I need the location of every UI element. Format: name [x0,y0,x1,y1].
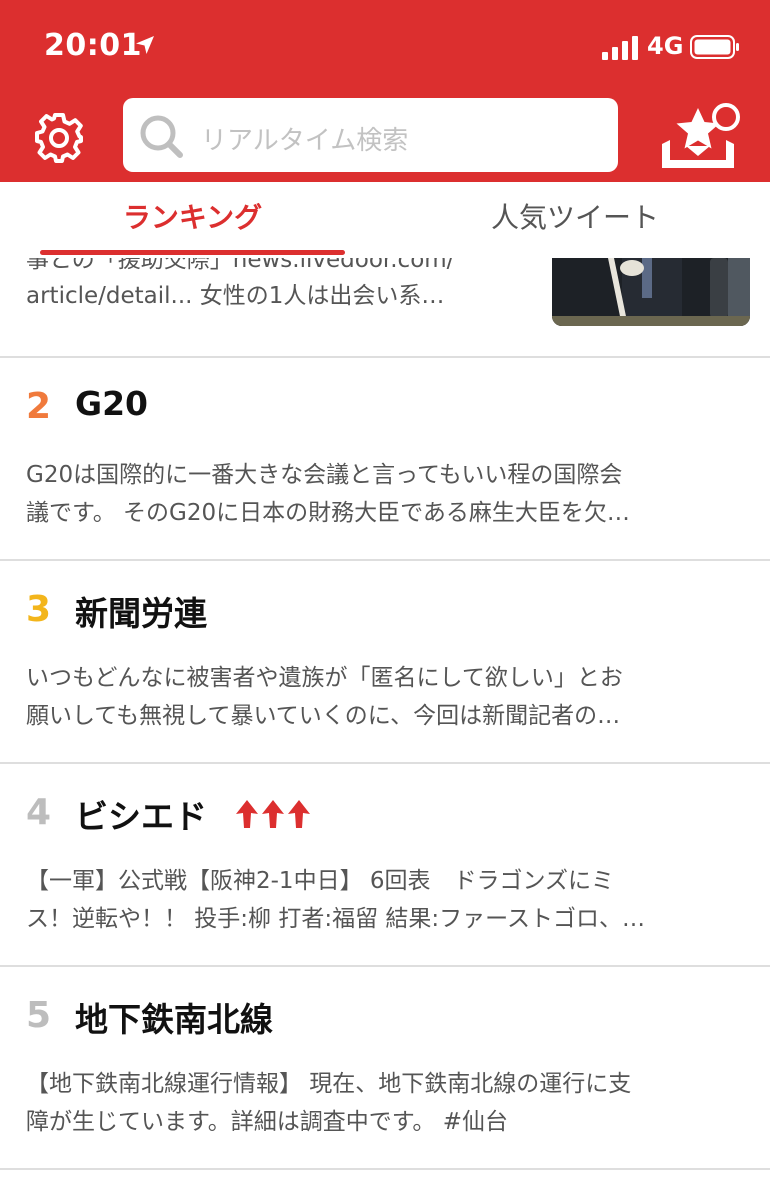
item-snippet: 【地下鉄南北線運行情報】 現在、地下鉄南北線の運行に支 障が生じています。詳細は… [26,1071,632,1135]
item-title: 新聞労連 [75,594,207,633]
ranking-item-2[interactable]: 2 G20 G20は国際的に一番大きな会議と言ってもいい程の国際会 議です。 そ… [0,358,770,561]
item-snippet: 【一軍】公式戦【阪神2-1中日】 6回表 ドラゴンズにミ ス！逆転や！！ 投手:… [26,868,646,932]
rank-number: 3 [26,589,52,630]
news-thumbnail [552,258,750,326]
battery-icon [690,35,739,59]
item-snippet: いつもどんなに被害者や遺族が「匿名にして欲しい」とお 願いしても無視して暴いてい… [26,665,623,729]
thumbnail-image [552,258,750,326]
rank-number: 2 [26,386,52,427]
item-snippet: G20は国際的に一番大きな会議と言ってもいい程の国際会 議です。 そのG20に日… [26,462,630,526]
network-type: 4G [647,32,684,60]
item-title: 地下鉄南北線 [75,1000,273,1039]
rank-number: 4 [26,792,52,833]
item-snippet: 事との「援助交際」news.livedoor.com/ article/deta… [26,258,455,309]
settings-gear-icon[interactable] [33,111,85,163]
ranking-item-4[interactable]: 4 ビシエド 【一軍】公式戦【阪神2-1中日】 6回表 ドラゴンズにミ ス！逆転… [0,764,770,967]
app-header: 20:01 4G リアルタイム検索 [0,0,770,182]
search-input[interactable]: リアルタイム検索 [123,98,618,172]
ranking-item-5[interactable]: 5 地下鉄南北線 【地下鉄南北線運行情報】 現在、地下鉄南北線の運行に支 障が生… [0,967,770,1170]
status-bar: 20:01 4G [0,0,770,90]
status-time: 20:01 [44,28,142,63]
active-tab-indicator [40,250,345,255]
rank-number: 5 [26,995,52,1036]
ranking-item-3[interactable]: 3 新聞労連 いつもどんなに被害者や遺族が「匿名にして欲しい」とお 願いしても無… [0,561,770,764]
rising-trend-arrows-icon [236,800,310,828]
signal-strength-icon [602,36,638,60]
ranking-item-1[interactable]: 事との「援助交際」news.livedoor.com/ article/deta… [0,258,770,358]
location-arrow-icon [136,36,154,54]
ranking-list: 事との「援助交際」news.livedoor.com/ article/deta… [0,258,770,1200]
favorites-star-icon[interactable] [656,100,742,174]
item-title: G20 [75,384,149,423]
tab-bar: ランキング 人気ツイート [0,182,770,258]
tab-ranking[interactable]: ランキング [40,182,345,258]
search-placeholder: リアルタイム検索 [201,126,409,156]
tab-popular-tweets[interactable]: 人気ツイート [420,182,730,258]
item-title: ビシエド [75,797,207,836]
search-icon [140,115,183,158]
